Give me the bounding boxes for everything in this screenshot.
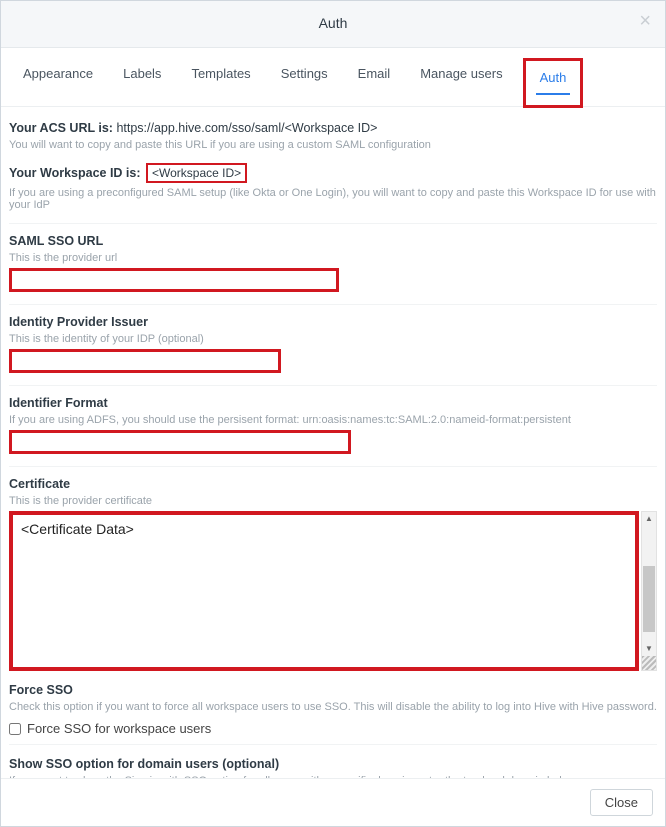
- acs-url-suffix: <Workspace ID>: [285, 121, 378, 135]
- workspace-id-value: <Workspace ID>: [146, 163, 247, 183]
- close-icon[interactable]: ×: [639, 11, 651, 31]
- idp-issuer-label: Identity Provider Issuer: [9, 315, 657, 329]
- force-sso-checkbox-row[interactable]: Force SSO for workspace users: [9, 717, 657, 745]
- separator: [9, 223, 657, 224]
- acs-section: Your ACS URL is: https://app.hive.com/ss…: [9, 121, 657, 151]
- tab-auth-highlight: Auth: [523, 58, 584, 108]
- identifier-format-helper: If you are using ADFS, you should use th…: [9, 414, 657, 426]
- certificate-input-wrap: <Certificate Data> ▲ ▼: [9, 511, 657, 671]
- certificate-helper: This is the provider certificate: [9, 495, 657, 507]
- modal-header: Auth ×: [1, 1, 665, 48]
- tab-bar: Appearance Labels Templates Settings Ema…: [1, 48, 665, 107]
- sso-url-helper: This is the provider url: [9, 252, 657, 264]
- acs-label: Your ACS URL is:: [9, 121, 113, 135]
- identifier-format-input[interactable]: [9, 430, 351, 454]
- scroll-thumb[interactable]: [643, 566, 655, 632]
- force-sso-checkbox-label: Force SSO for workspace users: [27, 721, 211, 736]
- modal-footer: Close: [1, 778, 665, 826]
- idp-issuer-helper: This is the identity of your IDP (option…: [9, 333, 657, 345]
- scroll-up-icon[interactable]: ▲: [642, 512, 656, 526]
- domain-label: Show SSO option for domain users (option…: [9, 757, 657, 771]
- domain-section: Show SSO option for domain users (option…: [9, 757, 657, 778]
- tab-auth[interactable]: Auth: [536, 64, 571, 95]
- tab-templates[interactable]: Templates: [187, 60, 254, 106]
- sso-url-input[interactable]: [9, 268, 339, 292]
- scroll-down-icon[interactable]: ▼: [642, 642, 656, 656]
- force-sso-checkbox[interactable]: [9, 723, 21, 735]
- force-sso-helper: Check this option if you want to force a…: [9, 701, 657, 713]
- idp-issuer-input[interactable]: [9, 349, 281, 373]
- identifier-format-label: Identifier Format: [9, 396, 657, 410]
- resize-grip-icon[interactable]: [642, 656, 656, 670]
- identifier-format-section: Identifier Format If you are using ADFS,…: [9, 396, 657, 454]
- close-button[interactable]: Close: [590, 789, 653, 816]
- force-sso-section: Force SSO Check this option if you want …: [9, 683, 657, 745]
- workspace-id-label: Your Workspace ID is:: [9, 166, 141, 180]
- acs-line: Your ACS URL is: https://app.hive.com/ss…: [9, 121, 657, 135]
- acs-url-prefix: https://app.hive.com/sso/saml/: [116, 121, 284, 135]
- certificate-textarea[interactable]: <Certificate Data>: [9, 511, 639, 671]
- separator: [9, 385, 657, 386]
- modal-title: Auth: [319, 15, 348, 31]
- certificate-section: Certificate This is the provider certifi…: [9, 477, 657, 671]
- modal-body: Your ACS URL is: https://app.hive.com/ss…: [1, 107, 665, 778]
- sso-url-section: SAML SSO URL This is the provider url: [9, 234, 657, 292]
- separator: [9, 304, 657, 305]
- acs-helper: You will want to copy and paste this URL…: [9, 139, 657, 151]
- separator: [9, 466, 657, 467]
- tab-appearance[interactable]: Appearance: [19, 60, 97, 106]
- sso-url-label: SAML SSO URL: [9, 234, 657, 248]
- force-sso-label: Force SSO: [9, 683, 657, 697]
- tab-email[interactable]: Email: [354, 60, 395, 106]
- workspace-id-line: Your Workspace ID is: <Workspace ID>: [9, 163, 657, 183]
- certificate-scrollbar[interactable]: ▲ ▼: [641, 511, 657, 671]
- tab-manage-users[interactable]: Manage users: [416, 60, 506, 106]
- workspace-id-section: Your Workspace ID is: <Workspace ID> If …: [9, 163, 657, 211]
- tab-settings[interactable]: Settings: [277, 60, 332, 106]
- workspace-id-helper: If you are using a preconfigured SAML se…: [9, 187, 657, 211]
- idp-issuer-section: Identity Provider Issuer This is the ide…: [9, 315, 657, 373]
- tab-labels[interactable]: Labels: [119, 60, 165, 106]
- certificate-label: Certificate: [9, 477, 657, 491]
- scroll-track[interactable]: [642, 526, 656, 642]
